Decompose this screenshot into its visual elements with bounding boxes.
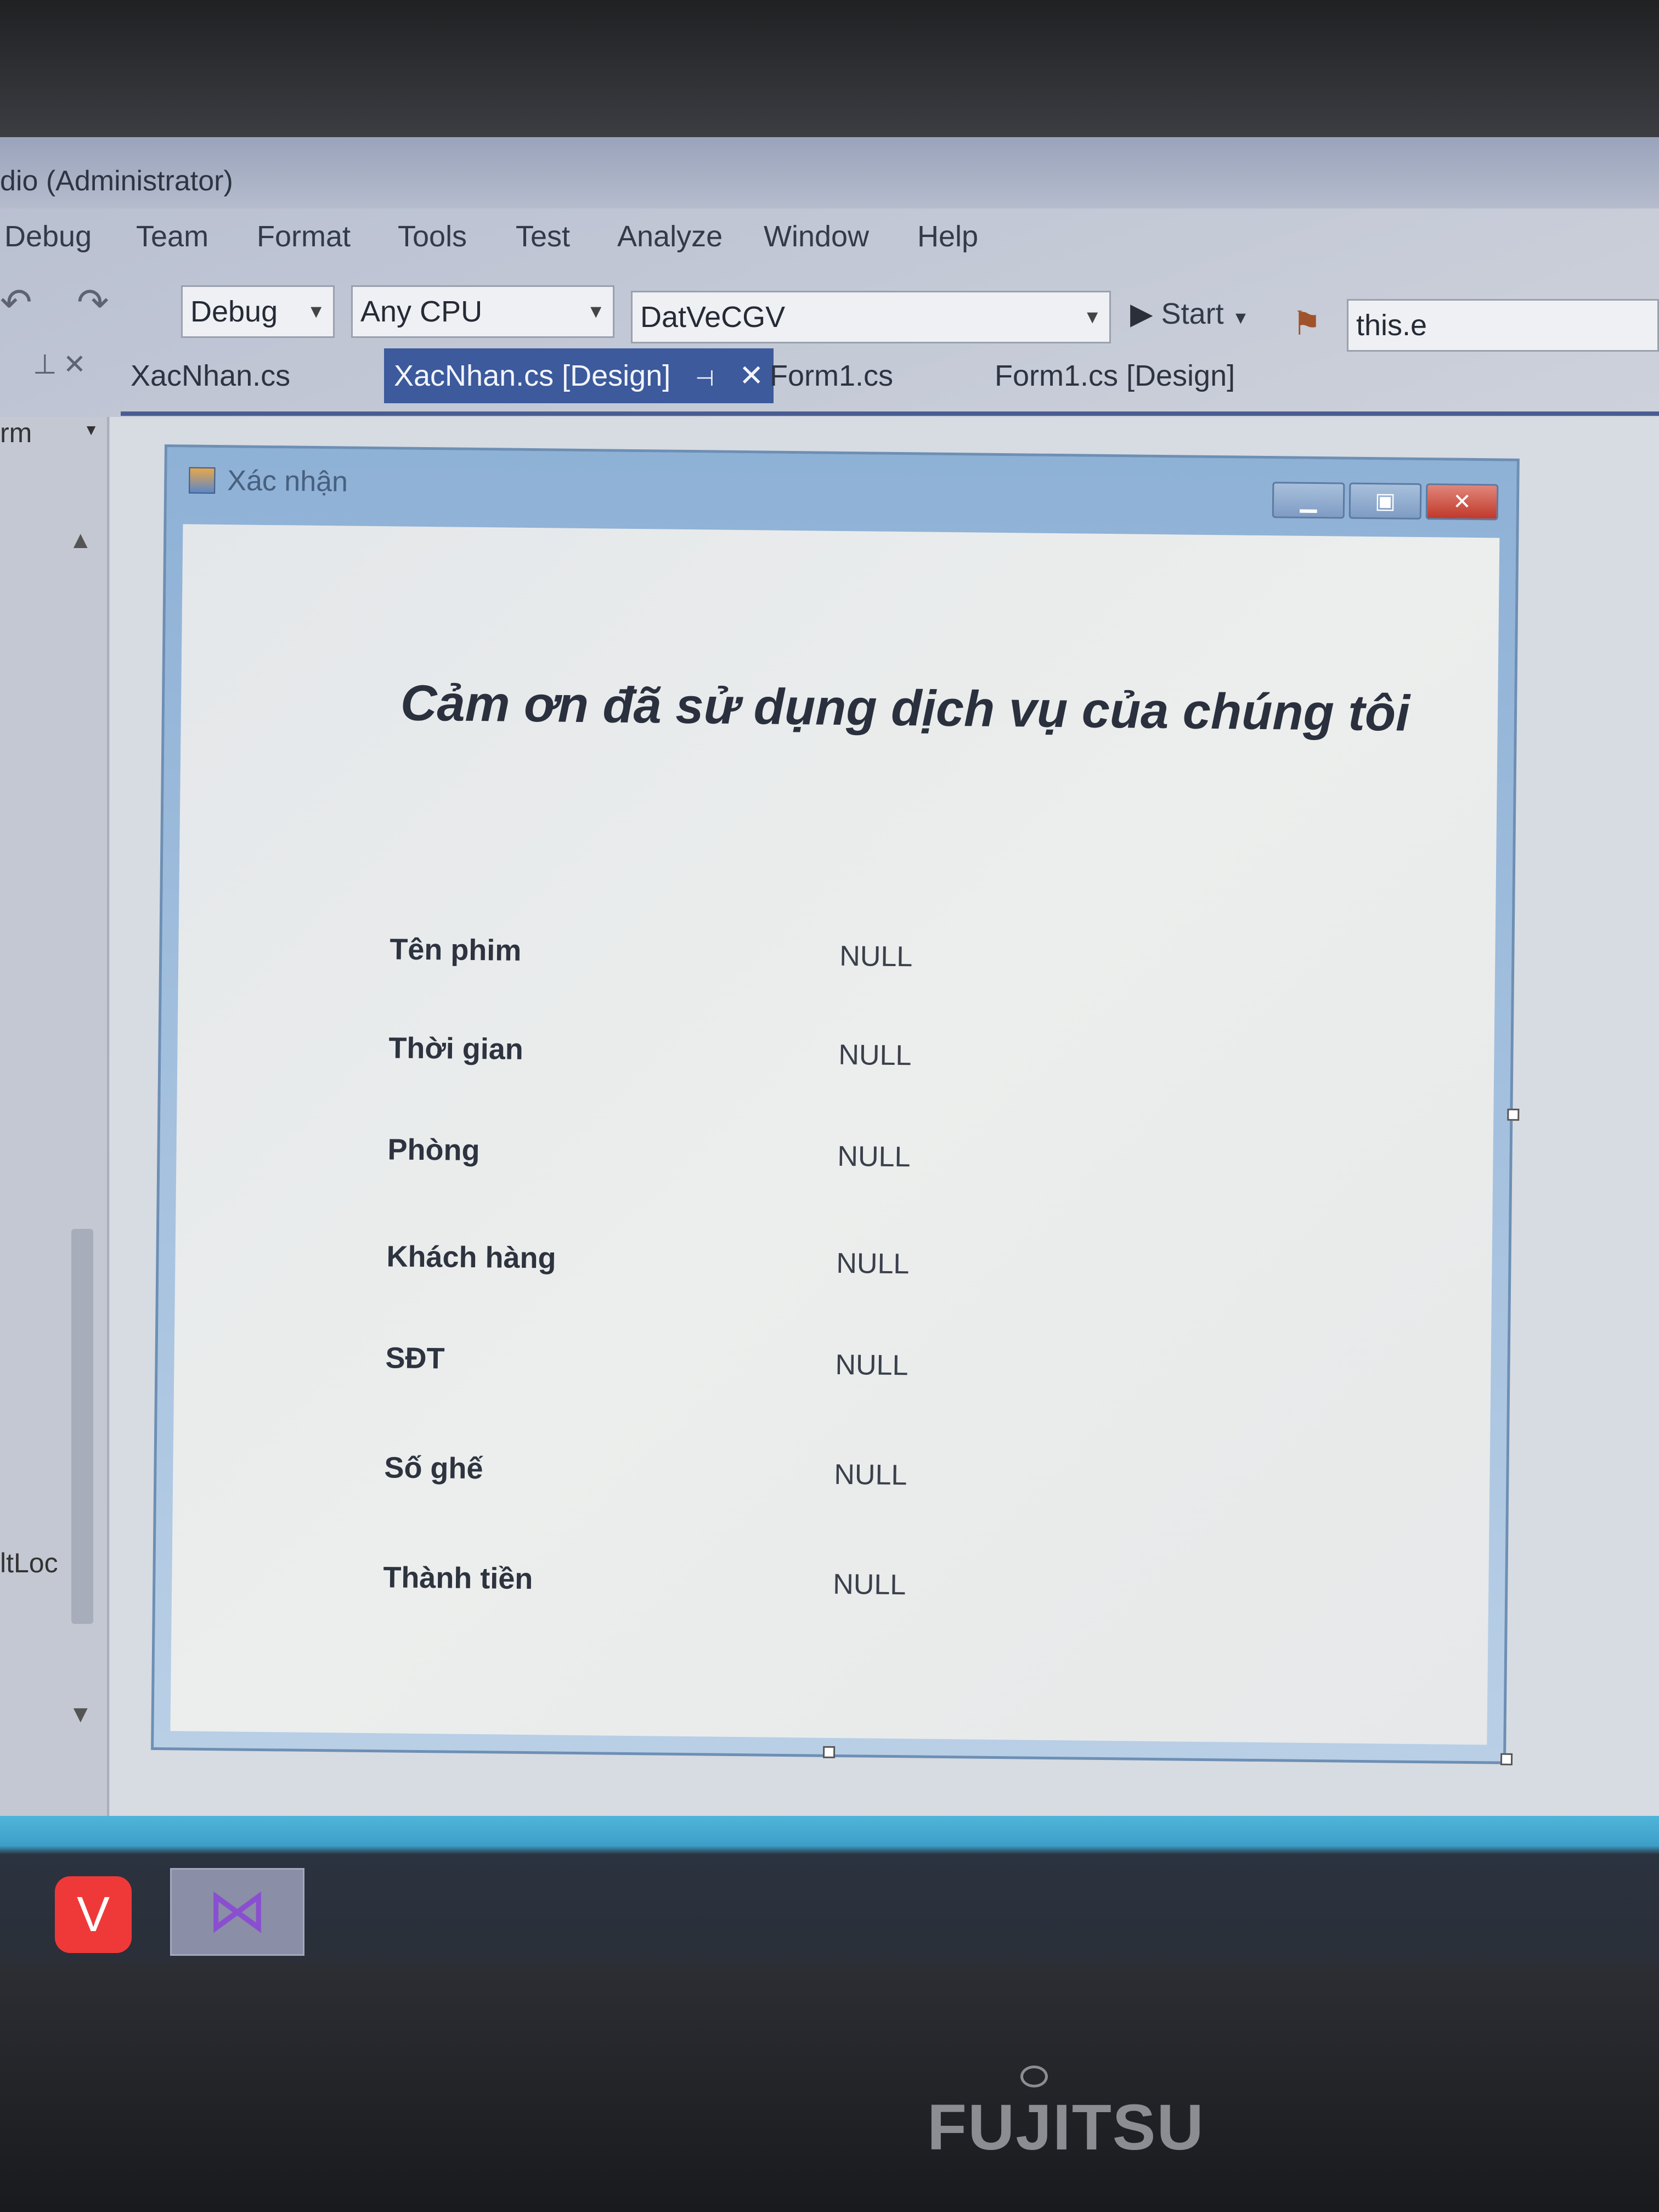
label-so-ghe[interactable]: Số ghế [384,1451,483,1486]
menu-help[interactable]: Help [917,219,978,253]
config-value: Debug [190,295,278,328]
search-input[interactable]: this.e [1347,299,1659,352]
undo-icon[interactable]: ↶ [0,280,32,325]
label-khach-hang[interactable]: Khách hàng [386,1239,556,1275]
brand-logo-loop [1020,2066,1048,2087]
document-tab-strip: ⊥ ✕ XacNhan.cs XacNhan.cs [Design] ⊣ ✕ F… [0,348,1659,414]
chevron-down-icon: ▼ [307,301,325,322]
value-thanh-tien[interactable]: NULL [833,1568,906,1601]
form-xacnhan[interactable]: Xác nhận ▁ ▣ ✕ Cảm ơn đã sử dụng dịch vụ… [151,444,1520,1765]
project-dropdown[interactable]: DatVeCGV ▼ [631,291,1111,343]
close-icon[interactable]: ✕ [63,348,86,380]
resize-handle-right[interactable] [1507,1108,1520,1121]
vivaldi-icon[interactable]: V [55,1876,132,1953]
value-ten-phim[interactable]: NULL [839,940,913,973]
menu-bar: Debug Team Format Tools Test Analyze Win… [0,214,1659,274]
thank-you-heading[interactable]: Cảm ơn đã sử dụng dịch vụ của chúng tôi [400,675,1410,743]
search-value: this.e [1356,309,1427,342]
form-client-area: Cảm ơn đã sử dụng dịch vụ của chúng tôi … [170,524,1500,1745]
value-khach-hang[interactable]: NULL [836,1247,910,1280]
resize-handle-bottom[interactable] [822,1746,836,1758]
visual-studio-icon[interactable]: ⋈ [170,1868,304,1956]
play-icon: ▶ [1130,297,1153,330]
panel-dropdown-value: rm [0,417,32,448]
screen: dio (Administrator) Debug Team Format To… [0,137,1659,1964]
maximize-button[interactable]: ▣ [1348,482,1422,520]
panel-item[interactable]: ltLoc [0,1547,58,1579]
label-phong[interactable]: Phòng [387,1132,480,1167]
menu-analyze[interactable]: Analyze [617,219,723,253]
tab-xacnhan-cs[interactable]: XacNhan.cs [121,348,300,403]
menu-team[interactable]: Team [136,219,208,253]
label-thoi-gian[interactable]: Thời gian [388,1031,523,1066]
brand-logo: FUJITSU [927,2091,1205,2164]
title-bar: dio (Administrator) [0,137,1659,208]
menu-test[interactable]: Test [516,219,570,253]
tab-xacnhan-design[interactable]: XacNhan.cs [Design] ⊣ ✕ [384,348,774,403]
label-thanh-tien[interactable]: Thành tiền [383,1560,533,1596]
chevron-down-icon: ▼ [83,421,99,438]
menu-format[interactable]: Format [257,219,351,253]
panel-scrollbar-thumb[interactable] [71,1229,93,1624]
close-button[interactable]: ✕ [1425,483,1499,521]
chevron-down-icon: ▼ [1232,308,1250,328]
tab-form1-design[interactable]: Form1.cs [Design] [985,348,1245,403]
close-icon: ✕ [1453,489,1472,514]
value-phong[interactable]: NULL [837,1140,911,1173]
menu-window[interactable]: Window [764,219,869,253]
project-value: DatVeCGV [640,301,786,334]
flag-icon[interactable]: ⚑ [1292,304,1322,343]
pin-icon[interactable]: ⊣ [695,366,714,391]
tab-label: Form1.cs [Design] [995,359,1235,392]
laptop-bezel-bottom [0,1964,1659,2212]
menu-debug[interactable]: Debug [4,219,92,253]
window-title: dio (Administrator) [0,165,233,197]
laptop-bezel-top [0,0,1659,137]
tab-underline [121,411,1659,416]
tab-label: XacNhan.cs [131,359,291,392]
value-sdt[interactable]: NULL [835,1348,909,1382]
scroll-down-icon[interactable]: ▼ [69,1701,93,1728]
pin-icon[interactable]: ⊥ [33,348,57,380]
chevron-down-icon: ▼ [586,301,605,322]
redo-icon[interactable]: ↷ [77,280,109,325]
start-label: Start [1161,297,1224,330]
form-title: Xác nhận [227,465,348,498]
maximize-icon: ▣ [1374,489,1396,514]
tab-form1-cs[interactable]: Form1.cs [760,348,903,403]
menu-tools[interactable]: Tools [398,219,467,253]
minimize-button[interactable]: ▁ [1272,482,1345,519]
chevron-down-icon: ▼ [1083,307,1102,328]
scroll-up-icon[interactable]: ▲ [69,527,93,554]
tab-label: Form1.cs [770,359,894,392]
form-app-icon [189,467,216,494]
minimize-icon: ▁ [1300,488,1317,512]
config-dropdown[interactable]: Debug ▼ [181,285,335,338]
value-thoi-gian[interactable]: NULL [838,1039,912,1072]
platform-value: Any CPU [360,295,483,328]
start-button[interactable]: ▶ Start ▼ [1130,296,1249,331]
panel-dropdown[interactable]: rm ▼ [0,417,104,455]
label-ten-phim[interactable]: Tên phim [390,932,522,968]
label-sdt[interactable]: SĐT [385,1341,445,1375]
resize-handle-corner[interactable] [1500,1753,1513,1765]
tab-label: XacNhan.cs [Design] [394,359,671,392]
left-tool-panel: rm ▼ ▲ ltLoc ▼ [0,417,109,1964]
value-so-ghe[interactable]: NULL [834,1458,907,1492]
platform-dropdown[interactable]: Any CPU ▼ [351,285,614,338]
toolbar: ↶ ↷ Debug ▼ Any CPU ▼ DatVeCGV ▼ this.e … [0,274,1659,352]
